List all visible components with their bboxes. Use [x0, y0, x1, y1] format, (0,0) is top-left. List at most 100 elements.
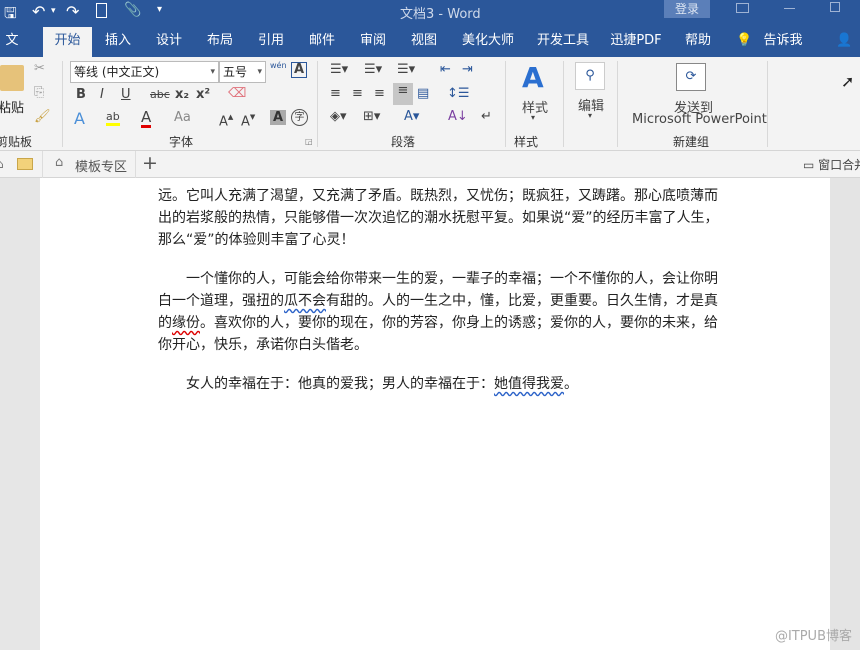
maximize-icon[interactable] — [830, 2, 840, 12]
subscript-button[interactable]: x₂ — [175, 87, 189, 102]
format-painter-icon[interactable]: 🖌 — [34, 109, 51, 124]
font-name-select[interactable]: 等线 (中文正文)▾ — [70, 61, 219, 83]
line-spacing-icon[interactable]: ↕☰ — [447, 86, 470, 101]
login-button[interactable]: 登录 — [664, 0, 710, 18]
tab-insert[interactable]: 插入 — [100, 27, 136, 57]
text-line: 出的岩浆般的热情，只能够借一次次追忆的潮水抚慰平复。如果说“爱”的经历丰富了人生… — [158, 207, 712, 229]
tab-references[interactable]: 引用 — [253, 27, 289, 57]
find-icon[interactable]: ⚲ — [575, 62, 605, 90]
char-border-icon[interactable]: A — [291, 62, 307, 78]
tab-home[interactable]: 开始 — [43, 27, 92, 57]
home-icon[interactable]: ⌂ — [0, 157, 4, 171]
undo-dropdown-icon[interactable]: ▾ — [51, 6, 56, 16]
paste-button[interactable]: 粘贴 — [0, 97, 24, 116]
tab-help[interactable]: 帮助 — [682, 27, 714, 57]
tab-developer[interactable]: 开发工具 — [535, 27, 591, 57]
folder-icon[interactable] — [17, 158, 33, 170]
text-span: 的 — [158, 315, 172, 331]
text-line: 白一个道理，强扭的瓜不会有甜的。人的一生之中，懂，比爱，更重要。日久生情，才是真 — [158, 290, 712, 312]
superscript-button[interactable]: x² — [196, 87, 210, 102]
sort-icon[interactable]: A↓ — [448, 109, 468, 124]
template-tab[interactable]: ⌂ 模板专区 — [42, 151, 136, 178]
strikethrough-button[interactable]: abc — [150, 88, 170, 101]
text-line: 一个懂你的人，可能会给你带来一生的爱，一辈子的幸福；一个不懂你的人，会让你明 — [158, 268, 712, 290]
phonetic-guide-icon[interactable]: wén — [270, 61, 287, 70]
align-left-icon[interactable]: ≡ — [330, 86, 341, 101]
shrink-font-icon[interactable]: A▾ — [241, 110, 255, 129]
font-size-select[interactable]: 五号▾ — [219, 61, 266, 83]
bold-button[interactable]: B — [76, 87, 86, 102]
cut-icon[interactable]: ✂ — [34, 61, 45, 76]
bullets-icon[interactable]: ☰▾ — [330, 62, 348, 77]
font-name-value: 等线 (中文正文) — [74, 65, 159, 79]
distributed-icon[interactable]: ▤ — [417, 86, 429, 101]
ribbon-tabs: 文件 开始 插入 设计 布局 引用 邮件 审阅 视图 美化大师 开发工具 迅捷P… — [0, 27, 860, 57]
watermark: @ITPUB博客 — [775, 625, 852, 644]
text-span: 女人的幸福在于：他真的爱我；男人的幸福在于： — [158, 376, 494, 392]
ribbon: 粘贴 ✂ ⎘ 🖌 剪贴板 等线 (中文正文)▾ 五号▾ wén A B I U … — [0, 57, 860, 151]
attach-icon[interactable]: 📎 — [124, 2, 141, 18]
new-tab-button[interactable]: + — [142, 152, 158, 174]
share-button[interactable]: 👤共 — [836, 27, 860, 57]
new-doc-icon[interactable] — [96, 3, 107, 18]
mouse-cursor-icon: ➚ — [841, 72, 854, 91]
tab-design[interactable]: 设计 — [151, 27, 187, 57]
multilevel-list-icon[interactable]: ☰▾ — [397, 62, 415, 77]
ribbon-display-icon[interactable] — [736, 3, 749, 13]
group-label-font: 字体 — [169, 133, 193, 150]
text-span: 白一个道理，强扭的 — [158, 293, 284, 309]
undo-icon[interactable]: ↶ — [32, 2, 45, 21]
tell-me-search[interactable]: 告诉我 — [762, 27, 804, 57]
customize-qat-icon[interactable]: ▾ — [157, 4, 162, 15]
change-case-button[interactable]: Aa — [174, 110, 191, 125]
text-span: 。 — [564, 376, 578, 392]
enclose-char-icon[interactable]: 字 — [291, 109, 308, 126]
show-marks-icon[interactable]: ↵ — [481, 109, 492, 124]
save-icon[interactable]: 🖫 — [4, 3, 17, 28]
highlight-icon[interactable]: ab — [106, 110, 120, 126]
grammar-flag[interactable]: 瓜不会 — [284, 293, 326, 309]
editing-dropdown-icon[interactable]: ▾ — [588, 111, 592, 120]
tab-review[interactable]: 审阅 — [355, 27, 391, 57]
font-color-icon[interactable]: A — [141, 109, 151, 128]
font-dialog-launcher[interactable]: ◲ — [305, 137, 313, 146]
numbering-icon[interactable]: ☰▾ — [364, 62, 382, 77]
text-line: 的缘份。喜欢你的人，要你的现在，你的芳容，你身上的诱惑；爱你的人，要你的未来，给 — [158, 312, 712, 334]
grow-font-icon[interactable]: A▴ — [219, 110, 233, 129]
paste-icon[interactable] — [0, 65, 24, 91]
tab-pdf[interactable]: 迅捷PDF — [610, 27, 662, 57]
tab-file[interactable]: 文件 — [0, 27, 24, 57]
increase-indent-icon[interactable]: ⇥ — [462, 62, 473, 77]
shading-icon[interactable]: ◈▾ — [330, 109, 347, 124]
char-shading-icon[interactable]: A — [270, 110, 286, 125]
align-right-icon[interactable]: ≡ — [374, 86, 385, 101]
asian-layout-icon[interactable]: A▾ — [404, 109, 419, 124]
styles-icon[interactable]: A — [522, 61, 544, 94]
text-effects-icon[interactable]: A — [74, 109, 85, 128]
powerpoint-label[interactable]: Microsoft PowerPoint — [632, 112, 767, 127]
borders-icon[interactable]: ⊞▾ — [363, 109, 380, 124]
align-center-icon[interactable]: ≡ — [352, 86, 363, 101]
tab-beautify[interactable]: 美化大师 — [460, 27, 516, 57]
decrease-indent-icon[interactable]: ⇤ — [440, 62, 451, 77]
italic-button[interactable]: I — [100, 87, 104, 102]
text-line: 远。它叫人充满了渴望，又充满了矛盾。既热烈，又忧伤；既疯狂，又踌躇。那心底喷薄而 — [158, 185, 712, 207]
justify-icon[interactable]: ≡ — [393, 83, 413, 105]
tab-view[interactable]: 视图 — [406, 27, 442, 57]
lightbulb-icon: 💡 — [736, 27, 752, 57]
clear-format-icon[interactable]: ⌫ — [228, 86, 246, 101]
copy-icon[interactable]: ⎘ — [34, 85, 44, 100]
send-to-powerpoint-icon[interactable]: ⟳ — [676, 63, 706, 91]
spelling-flag[interactable]: 缘份 — [172, 315, 200, 331]
redo-icon[interactable]: ↷ — [66, 2, 79, 21]
group-label-styles: 样式 — [514, 133, 538, 150]
text-line: 那么“爱”的体验则丰富了心灵！ — [158, 229, 712, 251]
tab-layout[interactable]: 布局 — [202, 27, 238, 57]
tab-mailings[interactable]: 邮件 — [304, 27, 340, 57]
right-scroll-area — [830, 178, 860, 650]
minimize-icon[interactable] — [784, 8, 795, 9]
grammar-flag[interactable]: 她值得我爱 — [494, 376, 564, 392]
styles-dropdown-icon[interactable]: ▾ — [531, 113, 535, 122]
underline-button[interactable]: U — [121, 87, 131, 102]
merge-windows-button[interactable]: ▭ 窗口合并 — [803, 156, 860, 173]
